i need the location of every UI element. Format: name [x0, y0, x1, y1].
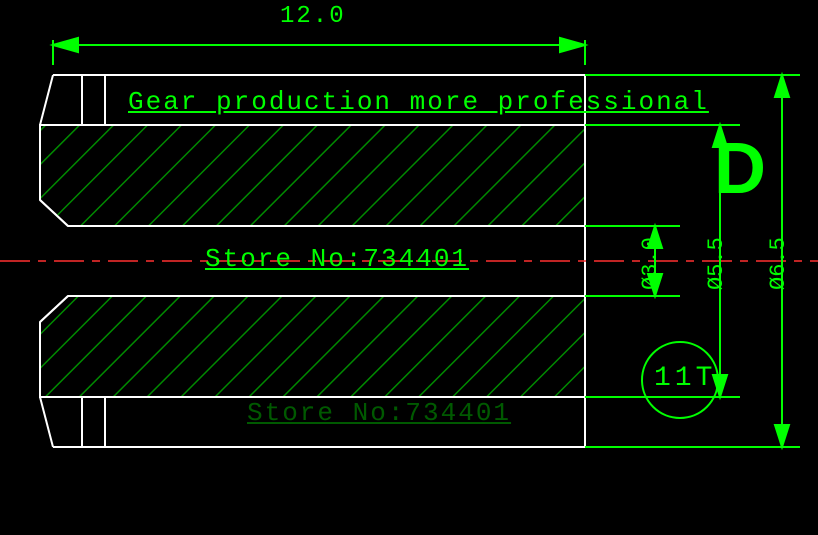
- watermark-store: Store No:734401: [205, 244, 469, 274]
- watermark-store-2: Store No:734401: [247, 398, 511, 428]
- dim-width-value: 12.0: [280, 3, 346, 30]
- dim-inner-value: Ø5.5: [704, 237, 729, 290]
- dim-bore-value: Ø3.0: [638, 237, 663, 290]
- dim-outer-value: Ø6.5: [766, 237, 791, 290]
- watermark-title: Gear production more professional: [128, 87, 709, 117]
- section-letter: D: [714, 128, 766, 210]
- teeth-count: 11T: [654, 363, 716, 394]
- dim-width-group: [53, 38, 585, 65]
